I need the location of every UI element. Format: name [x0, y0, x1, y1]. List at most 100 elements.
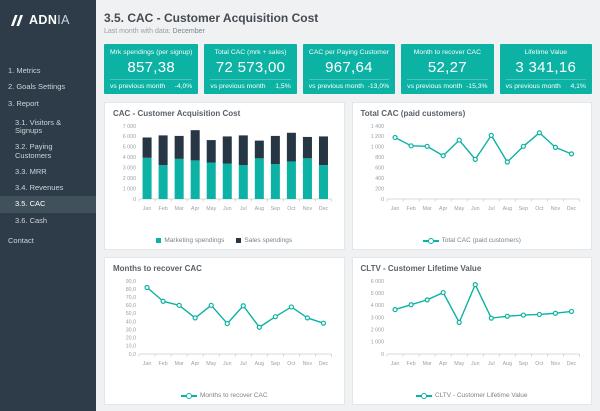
svg-text:Sep: Sep: [271, 206, 280, 212]
svg-text:Dec: Dec: [319, 206, 329, 212]
svg-text:Nov: Nov: [303, 361, 313, 367]
svg-text:Sep: Sep: [518, 361, 527, 367]
sidebar: ADNIA 1. Metrics2. Goals Settings3. Repo…: [0, 0, 96, 411]
svg-text:5 000: 5 000: [370, 291, 383, 297]
kpi-footer: vs previous month4,1%: [506, 79, 586, 90]
svg-text:1 200: 1 200: [370, 134, 383, 140]
legend-label: CLTV - Customer Lifetime Value: [435, 392, 528, 399]
svg-text:May: May: [454, 206, 464, 212]
legend-line-marker-icon: [181, 395, 197, 397]
svg-text:200: 200: [375, 186, 384, 192]
svg-text:Aug: Aug: [502, 361, 511, 367]
kpi-delta: -15,3%: [466, 83, 488, 90]
last-month-label: Last month with data:: [104, 28, 171, 35]
main-content: 3.5. CAC - Customer Acquisition Cost Las…: [96, 0, 600, 411]
sidebar-item-3-2-paying-customers[interactable]: 3.2. Paying Customers: [0, 139, 96, 164]
svg-text:Nov: Nov: [550, 361, 560, 367]
kpi-card-cac-per-paying-customer: CAC per Paying Customer 967,64 vs previous…: [303, 44, 395, 94]
svg-text:7 000: 7 000: [123, 124, 136, 130]
svg-text:Apr: Apr: [191, 361, 199, 367]
svg-text:6 000: 6 000: [370, 279, 383, 285]
svg-text:Sep: Sep: [518, 206, 527, 212]
chart-plot-cac-customer-acquisition-cost: 01 0002 0003 0004 0005 0006 0007 000JanF…: [113, 121, 336, 221]
kpi-card-lifetime-value: Lifetime Value3 341,16vs previous month4…: [500, 44, 592, 94]
svg-text:Aug: Aug: [255, 206, 264, 212]
legend-label: Sales spendings: [244, 237, 292, 244]
svg-text:Aug: Aug: [255, 361, 264, 367]
sidebar-item-contact[interactable]: Contact: [0, 233, 96, 249]
legend-swatch-icon: [156, 238, 161, 243]
charts-grid: CAC - Customer Acquisition Cost 0 1 000 2 0…: [104, 102, 592, 405]
svg-text:1 000: 1 000: [123, 186, 136, 192]
svg-text:Jan: Jan: [390, 361, 399, 367]
svg-text:40,0: 40,0: [126, 319, 136, 325]
kpi-footer-label: vs previous month: [110, 83, 165, 90]
chart-legend: Months to recover CAC: [113, 389, 336, 401]
svg-text:Jul: Jul: [240, 206, 247, 212]
svg-text:Jul: Jul: [487, 361, 494, 367]
chart-card-cltv-customer-lifetime-value: CLTV - Customer Lifetime Value01 0002 00…: [352, 257, 593, 405]
svg-text:Mar: Mar: [422, 361, 431, 367]
svg-text:Nov: Nov: [550, 206, 560, 212]
svg-text:0: 0: [381, 197, 384, 203]
svg-text:600: 600: [375, 166, 384, 172]
svg-text:20,0: 20,0: [126, 336, 136, 342]
legend-label: Months to recover CAC: [200, 392, 268, 399]
svg-text:Feb: Feb: [159, 206, 168, 212]
kpi-label: Month to recover CAC: [414, 49, 481, 56]
kpi-card-mrk-spendings-per-signup: Mrk spendings (per signup) 857,38 vs previ…: [104, 44, 198, 94]
kpi-footer: vs previous month1,5%: [210, 79, 290, 90]
svg-text:800: 800: [375, 155, 384, 161]
kpi-value: 72 573,00: [216, 59, 285, 76]
sidebar-item-3-3-mrr[interactable]: 3.3. MRR: [0, 164, 96, 180]
svg-text:Jan: Jan: [390, 206, 399, 212]
kpi-footer: vs previous month-13,0%: [309, 79, 389, 90]
legend-dot-icon: [428, 238, 434, 244]
kpi-value: 3 341,16: [515, 59, 576, 76]
svg-text:Sep: Sep: [271, 361, 280, 367]
svg-text:6 000: 6 000: [123, 134, 136, 140]
double-slash-icon: [9, 14, 25, 27]
kpi-value: 967,64: [325, 59, 373, 76]
svg-text:Jan: Jan: [143, 361, 152, 367]
svg-text:Aug: Aug: [502, 206, 511, 212]
svg-text:Jun: Jun: [223, 361, 232, 367]
svg-text:Apr: Apr: [439, 206, 447, 212]
svg-text:0,0: 0,0: [129, 352, 136, 358]
svg-text:Jul: Jul: [240, 361, 247, 367]
page-title: 3.5. CAC - Customer Acquisition Cost: [104, 11, 592, 25]
svg-text:Jun: Jun: [470, 361, 479, 367]
chart-title: CAC - Customer Acquisition Cost: [113, 109, 336, 118]
legend-item-total-cac-paid-customers: Total CAC (paid customers): [423, 237, 521, 244]
sidebar-item-2-goals-settings[interactable]: 2. Goals Settings: [0, 79, 96, 95]
svg-text:Dec: Dec: [319, 361, 329, 367]
kpi-value: 857,38: [127, 59, 175, 76]
kpi-delta: -4,0%: [175, 83, 193, 90]
svg-text:May: May: [206, 206, 216, 212]
svg-text:Apr: Apr: [191, 206, 199, 212]
kpi-label: CAC per Paying Customer: [309, 49, 389, 56]
kpi-footer: vs previous month -4,0%: [110, 79, 192, 90]
kpi-card-total-cac-mrk-sales: Total CAC (mrk + sales)72 573,00vs previ…: [204, 44, 296, 94]
svg-text:1 400: 1 400: [370, 124, 383, 130]
brand-logo: ADNIA: [0, 0, 96, 27]
svg-text:Jun: Jun: [470, 206, 479, 212]
sidebar-item-3-6-cash[interactable]: 3.6. Cash: [0, 213, 96, 229]
svg-text:2 000: 2 000: [370, 327, 383, 333]
kpi-footer-label: vs previous month: [309, 83, 364, 90]
svg-text:Feb: Feb: [406, 206, 415, 212]
svg-text:70,0: 70,0: [126, 295, 136, 301]
sidebar-item-3-4-revenues[interactable]: 3.4. Revenues: [0, 180, 96, 196]
brand-name: ADNIA: [29, 13, 70, 27]
svg-text:90,0: 90,0: [126, 279, 136, 285]
svg-text:Feb: Feb: [159, 361, 168, 367]
sidebar-item-3-1-visitors-signups[interactable]: 3.1. Visitors & Signups: [0, 115, 96, 140]
sidebar-item-1-metrics[interactable]: 1. Metrics: [0, 63, 96, 79]
sidebar-item-3-report[interactable]: 3. Report: [0, 96, 96, 112]
kpi-label: Mrk spendings (per signup): [110, 49, 192, 56]
chart-card-total-cac-paid-customers: Total CAC (paid customers)02004006008001…: [352, 102, 593, 250]
sidebar-item-3-5-cac[interactable]: 3.5. CAC: [0, 196, 96, 212]
legend-swatch-icon: [236, 238, 241, 243]
legend-line-marker-icon: [416, 395, 432, 397]
svg-text:Oct: Oct: [535, 206, 544, 212]
